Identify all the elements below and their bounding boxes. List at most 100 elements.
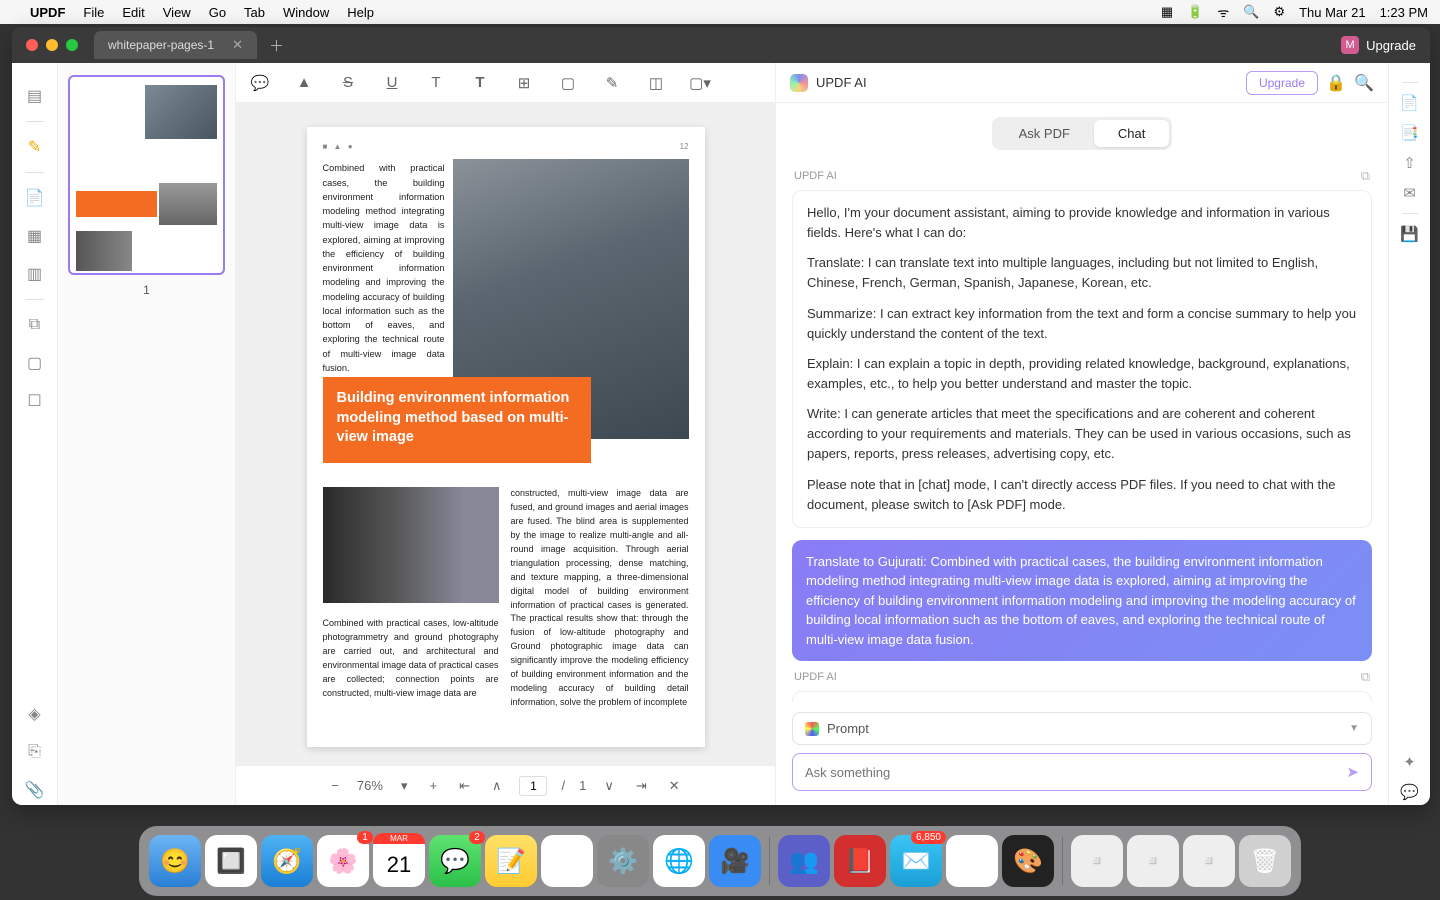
search-icon[interactable]: 🔍 xyxy=(1243,4,1259,20)
menubar-date[interactable]: Thu Mar 21 xyxy=(1299,5,1365,20)
zoom-pct[interactable]: 76% xyxy=(357,778,383,793)
ask-input-wrapper[interactable]: ➤ xyxy=(792,753,1372,791)
zoom-dropdown[interactable]: ▾ xyxy=(397,776,412,796)
page-area: 💬 ▲ S U T T ⊞ ▢ ✎ ◫ ▢▾ ■ ▲ ●12 Combined … xyxy=(236,63,776,805)
page-thumbnail[interactable] xyxy=(68,75,225,275)
new-tab-button[interactable]: ＋ xyxy=(269,35,284,56)
right-toolbar: 📄 📑 ⇧ ✉ 💾 ✦ 💬 xyxy=(1388,63,1430,805)
document-tab[interactable]: whitepaper-pages-1 ✕ xyxy=(94,31,257,59)
page-image-2 xyxy=(323,487,499,603)
text-icon[interactable]: T xyxy=(468,71,492,95)
minimized-window-2[interactable]: ▫️ xyxy=(1127,835,1179,887)
comment-icon[interactable]: ✎ xyxy=(20,132,50,162)
zoom-icon[interactable] xyxy=(66,39,78,51)
safari-icon[interactable]: 🧭 xyxy=(261,835,313,887)
menubar-time[interactable]: 1:23 PM xyxy=(1380,5,1428,20)
prev-page-button[interactable]: ∧ xyxy=(488,776,506,796)
traffic-lights[interactable] xyxy=(26,39,78,51)
teams-icon[interactable]: 👥 xyxy=(778,835,830,887)
app-name[interactable]: UPDF xyxy=(30,5,65,20)
export-icon[interactable]: 📄 xyxy=(1397,90,1423,116)
layers-icon[interactable]: ◈ xyxy=(20,699,50,729)
tab-ask-pdf[interactable]: Ask PDF xyxy=(995,120,1094,147)
squiggly-icon[interactable]: T xyxy=(424,71,448,95)
calendar-icon[interactable]: MAR21 xyxy=(373,835,425,887)
chrome-icon[interactable]: 🌐 xyxy=(653,835,705,887)
notes-icon[interactable]: 📝 xyxy=(485,835,537,887)
lock-icon[interactable]: 🔒 xyxy=(1326,73,1346,93)
app-icon-1[interactable]: 🅼 xyxy=(541,835,593,887)
ask-input[interactable] xyxy=(805,765,1338,780)
feedback-icon[interactable]: 💬 xyxy=(1397,779,1423,805)
ai-chat-body[interactable]: UPDF AI⧉ Hello, I'm your document assist… xyxy=(776,160,1388,702)
menu-window[interactable]: Window xyxy=(283,5,329,20)
underline-icon[interactable]: U xyxy=(380,71,404,95)
ocr-icon[interactable]: ▢ xyxy=(20,348,50,378)
note-icon[interactable]: 💬 xyxy=(248,71,272,95)
mail-icon[interactable]: ✉️6,850 xyxy=(890,835,942,887)
menu-help[interactable]: Help xyxy=(347,5,374,20)
minimize-icon[interactable] xyxy=(46,39,58,51)
tab-close-icon[interactable]: ✕ xyxy=(232,37,243,53)
messages-icon[interactable]: 💬2 xyxy=(429,835,481,887)
ai-search-icon[interactable]: 🔍 xyxy=(1354,73,1374,93)
finder-icon[interactable]: 😊 xyxy=(149,835,201,887)
copy-icon[interactable]: ⧉ xyxy=(1361,168,1370,184)
eraser-icon[interactable]: ◫ xyxy=(644,71,668,95)
convert-icon[interactable]: 📑 xyxy=(1397,120,1423,146)
thumbnail-panel: 1 xyxy=(58,63,236,805)
control-center-icon[interactable]: ⚙ xyxy=(1273,4,1285,20)
app-icon-2[interactable]: 🎨 xyxy=(1002,835,1054,887)
organize-icon[interactable]: ▦ xyxy=(20,221,50,251)
textbox-icon[interactable]: ⊞ xyxy=(512,71,536,95)
minimized-window-1[interactable]: ▫️ xyxy=(1071,835,1123,887)
tray-icon[interactable]: ▦ xyxy=(1161,4,1173,20)
callout-icon[interactable]: ▢ xyxy=(556,71,580,95)
upgrade-button-top[interactable]: M Upgrade xyxy=(1341,36,1416,54)
tab-chat[interactable]: Chat xyxy=(1094,120,1169,147)
next-page-button[interactable]: ∨ xyxy=(600,776,618,796)
redact-icon[interactable]: ▥ xyxy=(20,259,50,289)
attachment-icon[interactable]: 📎 xyxy=(20,775,50,805)
first-page-button[interactable]: ⇤ xyxy=(455,776,474,796)
reader-icon[interactable]: ▤ xyxy=(20,81,50,111)
menu-tab[interactable]: Tab xyxy=(244,5,265,20)
highlight-icon[interactable]: ▲ xyxy=(292,71,316,95)
minimized-window-3[interactable]: ▫️ xyxy=(1183,835,1235,887)
send-icon[interactable]: ➤ xyxy=(1346,763,1359,781)
menu-view[interactable]: View xyxy=(163,5,191,20)
email-icon[interactable]: ✉ xyxy=(1397,180,1423,206)
zoom-in-button[interactable]: + xyxy=(425,776,441,795)
page-input[interactable] xyxy=(519,776,547,796)
strikeout-icon[interactable]: S xyxy=(336,71,360,95)
bookmark-icon[interactable]: ⎘ xyxy=(20,737,50,767)
acrobat-icon[interactable]: 📕 xyxy=(834,835,886,887)
ai-upgrade-button[interactable]: Upgrade xyxy=(1246,71,1318,95)
edit-icon[interactable]: 📄 xyxy=(20,183,50,213)
battery-icon[interactable]: 🔋 xyxy=(1187,4,1203,20)
close-footer-button[interactable]: ✕ xyxy=(665,776,684,796)
share-icon[interactable]: ⇧ xyxy=(1397,150,1423,176)
menu-go[interactable]: Go xyxy=(209,5,226,20)
menu-edit[interactable]: Edit xyxy=(122,5,144,20)
save-icon[interactable]: 💾 xyxy=(1397,221,1423,247)
zoom-icon[interactable]: 🎥 xyxy=(709,835,761,887)
last-page-button[interactable]: ⇥ xyxy=(632,776,651,796)
ai-toggle-icon[interactable]: ✦ xyxy=(1397,749,1423,775)
close-icon[interactable] xyxy=(26,39,38,51)
crop-icon[interactable]: ⧉ xyxy=(20,310,50,340)
copy-icon-2[interactable]: ⧉ xyxy=(1361,669,1370,685)
page-viewport[interactable]: ■ ▲ ●12 Combined with practical cases, t… xyxy=(236,103,775,765)
form-icon[interactable]: ☐ xyxy=(20,386,50,416)
preview-icon[interactable]: 🖼 xyxy=(946,835,998,887)
stamp-icon[interactable]: ▢▾ xyxy=(688,71,712,95)
settings-icon[interactable]: ⚙️ xyxy=(597,835,649,887)
prompt-dropdown[interactable]: Prompt ▼ xyxy=(792,712,1372,745)
pencil-icon[interactable]: ✎ xyxy=(600,71,624,95)
zoom-out-button[interactable]: − xyxy=(327,776,343,795)
launchpad-icon[interactable]: 🔲 xyxy=(205,835,257,887)
photos-icon[interactable]: 🌸1 xyxy=(317,835,369,887)
menu-file[interactable]: File xyxy=(83,5,104,20)
trash-icon[interactable]: 🗑 xyxy=(1239,835,1291,887)
wifi-icon[interactable]: ᯤ xyxy=(1217,3,1229,21)
